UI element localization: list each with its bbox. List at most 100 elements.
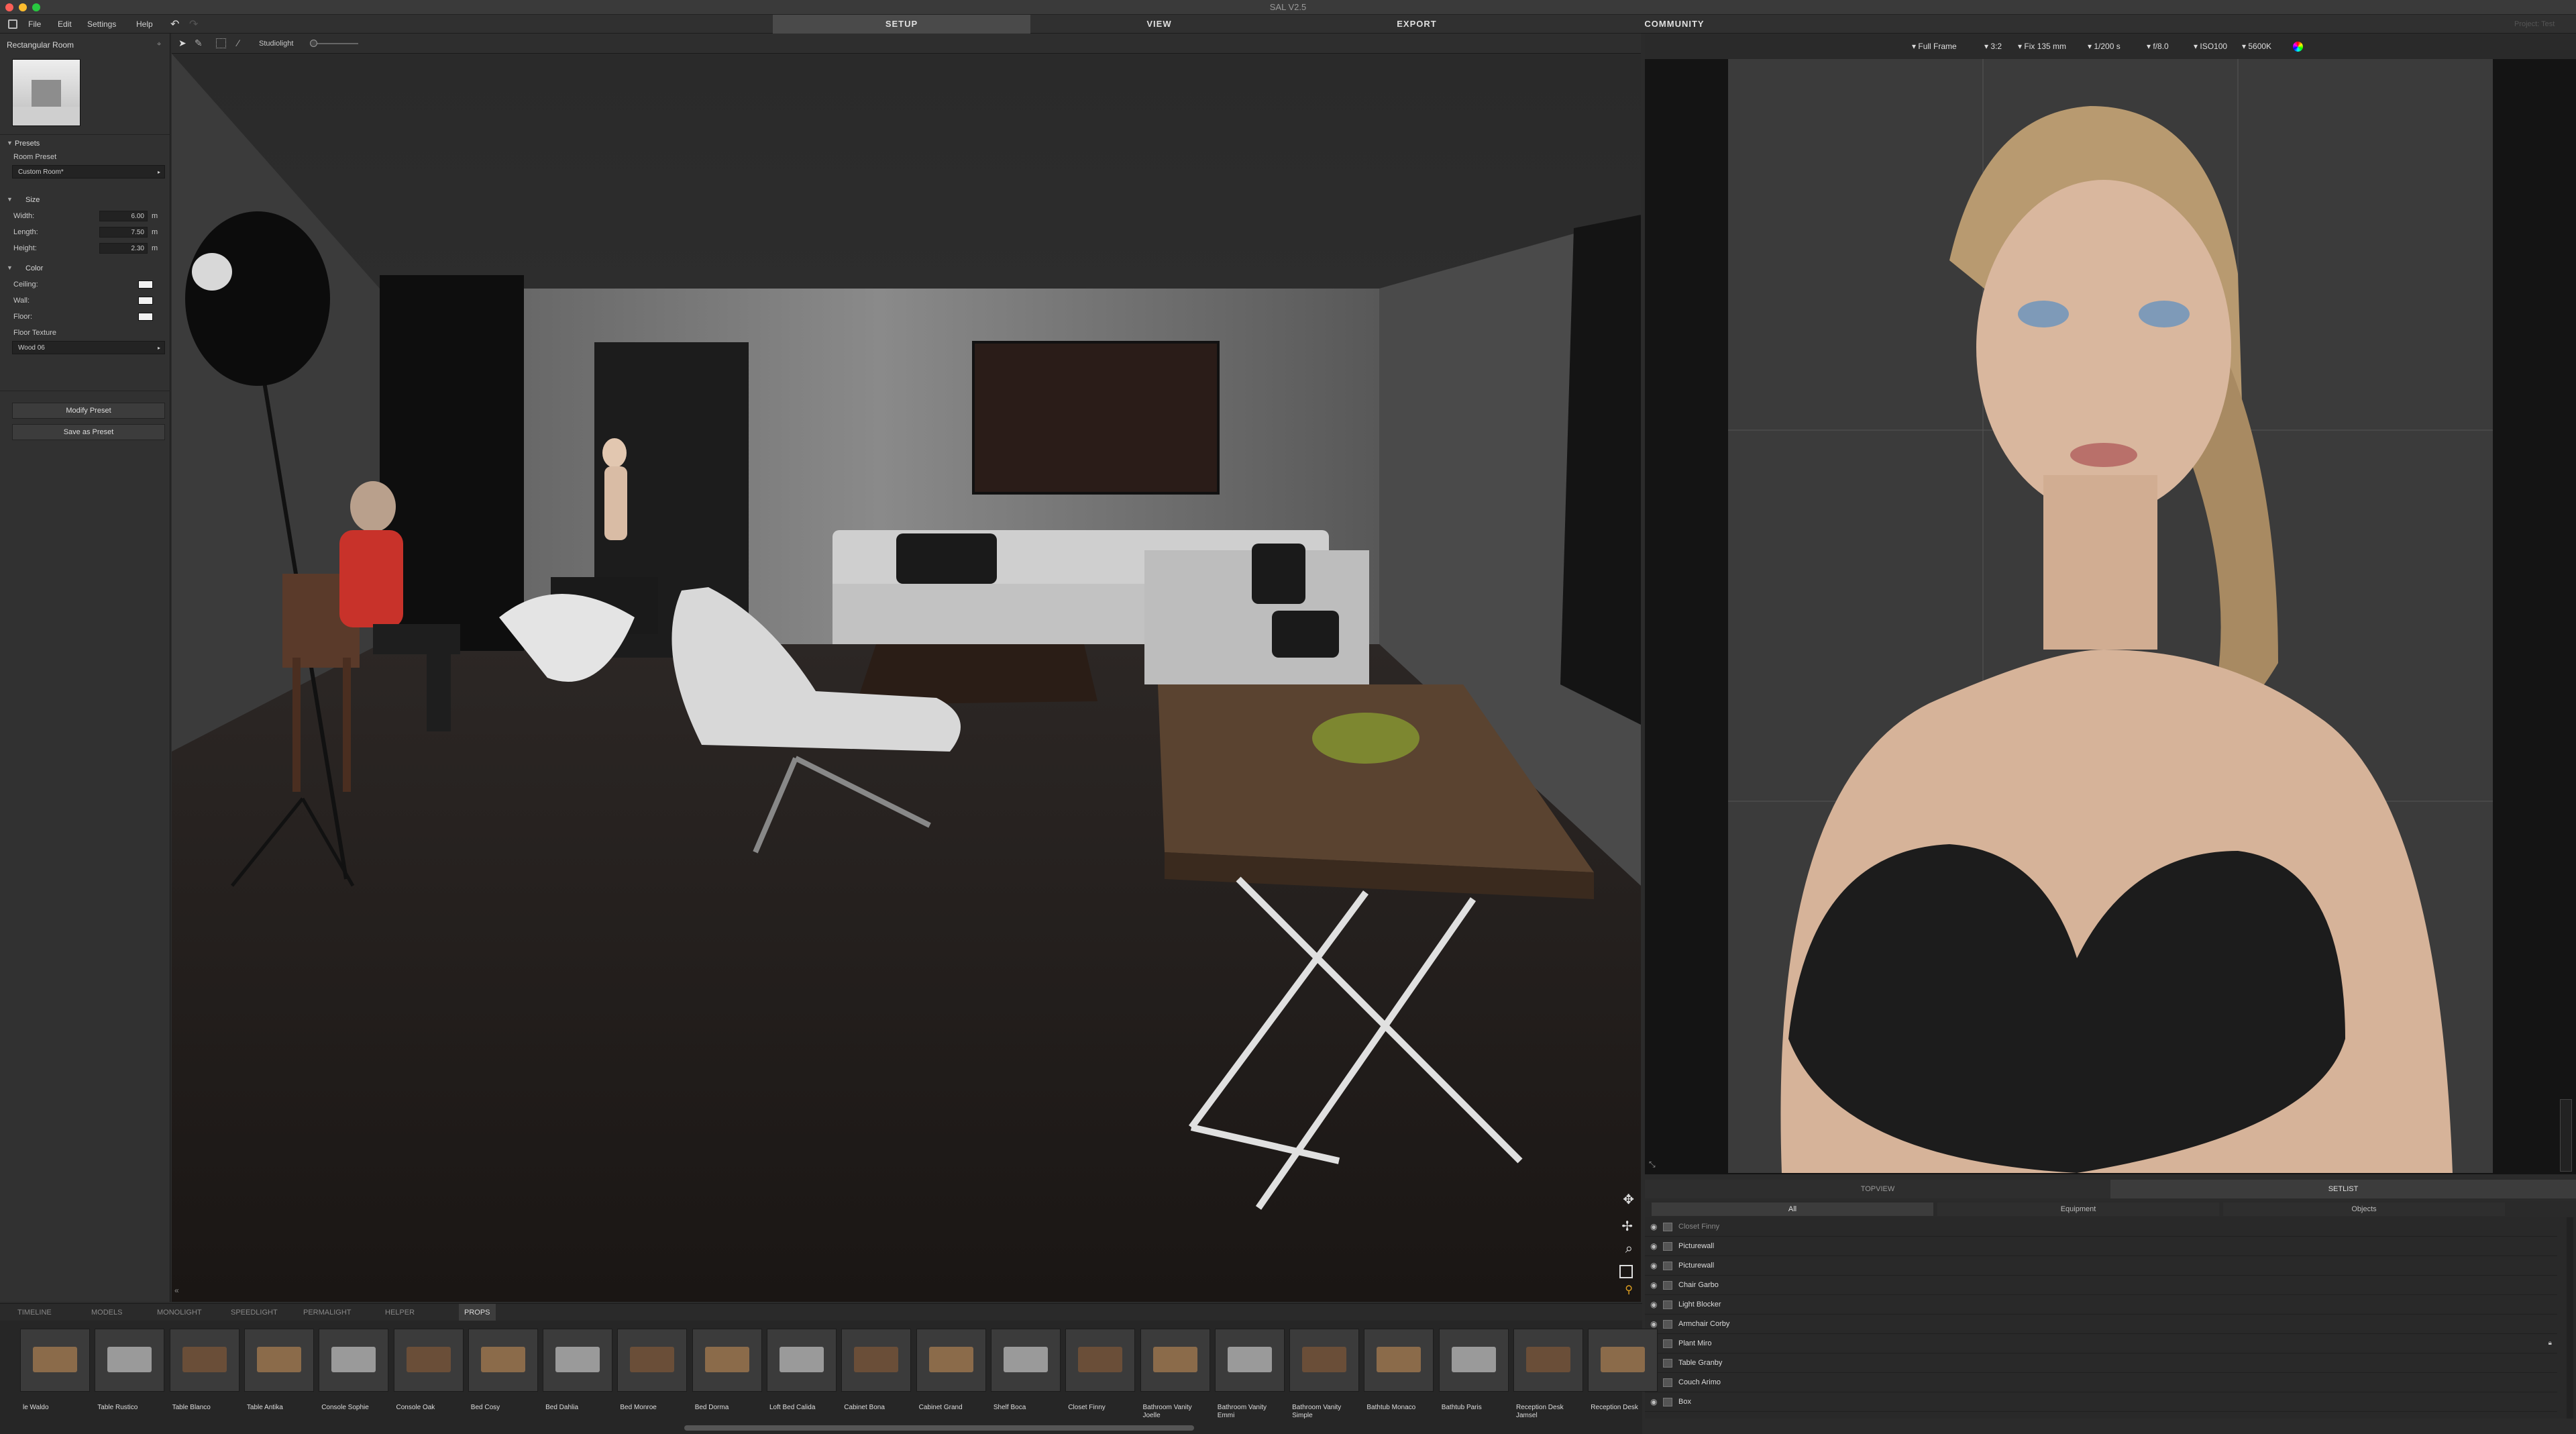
filter-equipment[interactable]: Equipment: [1937, 1202, 2219, 1216]
filter-all[interactable]: All: [1652, 1202, 1933, 1216]
setlist-scrollbar[interactable]: [2567, 1217, 2573, 1419]
prop-thumbnail[interactable]: [617, 1329, 688, 1392]
format-select[interactable]: ▾ Full Frame: [1912, 42, 1957, 51]
eye-icon[interactable]: ◉: [1650, 1242, 1660, 1250]
ratio-select[interactable]: ▾ 3:2: [1984, 42, 2002, 51]
tab-topview[interactable]: TOPVIEW: [1645, 1180, 2110, 1198]
library-tab-helper[interactable]: HELPER: [380, 1304, 420, 1321]
prop-thumbnail[interactable]: [1140, 1329, 1210, 1392]
list-item[interactable]: ◉ Picturewall: [1645, 1256, 2557, 1276]
list-item[interactable]: ◉ Armchair Corby: [1645, 1315, 2557, 1334]
wall-color-swatch[interactable]: [138, 297, 153, 305]
eye-icon[interactable]: ◉: [1650, 1223, 1660, 1231]
library-tab-speedlight[interactable]: SPEEDLIGHT: [225, 1304, 283, 1321]
maximize-window-button[interactable]: [32, 3, 40, 11]
height-input[interactable]: 2.30: [99, 243, 148, 254]
camera-preview[interactable]: ⤡: [1645, 59, 2576, 1174]
menu-file[interactable]: File: [28, 15, 41, 34]
library-tab-models[interactable]: MODELS: [86, 1304, 127, 1321]
shutter-select[interactable]: ▾ 1/200 s: [2088, 42, 2121, 51]
prop-thumbnail[interactable]: [1289, 1329, 1360, 1392]
size-header[interactable]: Size: [25, 196, 40, 204]
redo-icon[interactable]: ↷: [189, 17, 198, 31]
eye-icon[interactable]: ◉: [1650, 1300, 1660, 1309]
list-item[interactable]: ◉ Picturewall: [1645, 1237, 2557, 1256]
list-item[interactable]: ◉Couch Arimo: [1645, 1373, 2557, 1392]
prop-thumbnail[interactable]: [1214, 1329, 1285, 1392]
prop-thumbnail[interactable]: [20, 1329, 90, 1392]
prop-thumbnail[interactable]: [1065, 1329, 1136, 1392]
prop-thumbnail[interactable]: [1513, 1329, 1583, 1392]
collapse-size-icon[interactable]: ▼: [7, 196, 13, 203]
prop-thumbnail[interactable]: [692, 1329, 762, 1392]
tab-view[interactable]: VIEW: [1030, 15, 1288, 34]
width-input[interactable]: 6.00: [99, 211, 148, 221]
measure-icon[interactable]: ⁄: [237, 38, 239, 48]
eye-icon[interactable]: ◉: [1650, 1281, 1660, 1289]
menu-edit[interactable]: Edit: [58, 15, 72, 34]
room-preset-select[interactable]: Custom Room* ▸: [12, 165, 165, 178]
orbit-icon[interactable]: ✥: [1623, 1191, 1634, 1208]
tab-community[interactable]: COMMUNITY: [1546, 15, 1803, 34]
list-item[interactable]: ◉ Light Blocker: [1645, 1295, 2557, 1315]
library-tab-monolight[interactable]: MONOLIGHT: [152, 1304, 207, 1321]
light-bulb-icon[interactable]: ⚲: [1625, 1283, 1633, 1296]
undo-icon[interactable]: ↶: [170, 17, 179, 31]
prop-thumbnail[interactable]: [319, 1329, 389, 1392]
prop-thumbnail[interactable]: [767, 1329, 837, 1392]
library-tab-permalight[interactable]: PERMALIGHT: [298, 1304, 357, 1321]
prop-thumbnail[interactable]: [468, 1329, 538, 1392]
filter-objects[interactable]: Objects: [2223, 1202, 2505, 1216]
list-item[interactable]: ◉ Box: [1645, 1392, 2557, 1412]
studiolight-slider[interactable]: [311, 43, 358, 44]
pin-icon[interactable]: ⌖: [157, 40, 161, 49]
lens-select[interactable]: ▾ Fix 135 mm: [2018, 42, 2066, 51]
floor-color-swatch[interactable]: [138, 313, 153, 321]
eyedropper-icon[interactable]: ✎: [195, 38, 203, 49]
collapse-color-icon[interactable]: ▼: [7, 264, 13, 271]
close-window-button[interactable]: [5, 3, 13, 11]
prop-thumbnail[interactable]: [543, 1329, 613, 1392]
camera-side-controls[interactable]: [2560, 1099, 2572, 1172]
presets-header[interactable]: Presets: [15, 140, 40, 148]
library-scrollbar[interactable]: [684, 1425, 1194, 1431]
pan-icon[interactable]: ✢: [1621, 1218, 1633, 1235]
prop-thumbnail[interactable]: [244, 1329, 314, 1392]
length-input[interactable]: 7.50: [99, 227, 148, 238]
expand-icon[interactable]: ⤡: [1649, 1160, 1656, 1170]
prop-thumbnail[interactable]: [841, 1329, 912, 1392]
tab-setup[interactable]: SETUP: [773, 15, 1030, 34]
library-tab-props[interactable]: PROPS: [459, 1304, 496, 1321]
menu-help[interactable]: Help: [136, 15, 153, 34]
menu-settings[interactable]: Settings: [87, 15, 116, 34]
prop-thumbnail[interactable]: [169, 1329, 239, 1392]
color-wheel-icon[interactable]: [2293, 42, 2303, 52]
list-item[interactable]: ◉ Closet Finny: [1645, 1217, 2557, 1237]
save-as-preset-button[interactable]: Save as Preset: [12, 424, 165, 440]
aperture-select[interactable]: ▾ f/8.0: [2147, 42, 2169, 51]
eye-icon[interactable]: ◉: [1650, 1262, 1660, 1270]
library-tab-timeline[interactable]: TIMELINE: [12, 1304, 57, 1321]
prop-thumbnail[interactable]: [916, 1329, 986, 1392]
ceiling-color-swatch[interactable]: [138, 280, 153, 289]
prop-thumbnail[interactable]: [1438, 1329, 1509, 1392]
select-tool-icon[interactable]: ➤: [178, 38, 186, 49]
list-item[interactable]: ◉Plant Miro🔒︎: [1645, 1334, 2557, 1353]
studiolight-slider-handle[interactable]: [310, 40, 317, 47]
app-menu-icon[interactable]: [8, 19, 17, 29]
collapse-presets-icon[interactable]: ▼: [7, 140, 13, 146]
collapse-arrow-icon[interactable]: «: [174, 1286, 179, 1295]
list-item[interactable]: ◉Table Granby: [1645, 1353, 2557, 1373]
iso-select[interactable]: ▾ ISO100: [2194, 42, 2227, 51]
minimize-window-button[interactable]: [19, 3, 27, 11]
prop-thumbnail[interactable]: [393, 1329, 464, 1392]
modify-preset-button[interactable]: Modify Preset: [12, 403, 165, 419]
prop-thumbnail[interactable]: [990, 1329, 1061, 1392]
floor-texture-select[interactable]: Wood 06 ▸: [12, 341, 165, 354]
tab-setlist[interactable]: SETLIST: [2110, 1180, 2576, 1198]
zoom-icon[interactable]: ⌕: [1625, 1241, 1633, 1257]
fit-view-icon[interactable]: [1619, 1265, 1633, 1278]
3d-viewport[interactable]: ✥ ✢ ⌕ ⚲ «: [172, 54, 1641, 1302]
tab-export[interactable]: EXPORT: [1288, 15, 1546, 34]
wb-select[interactable]: ▾ 5600K: [2242, 42, 2271, 51]
